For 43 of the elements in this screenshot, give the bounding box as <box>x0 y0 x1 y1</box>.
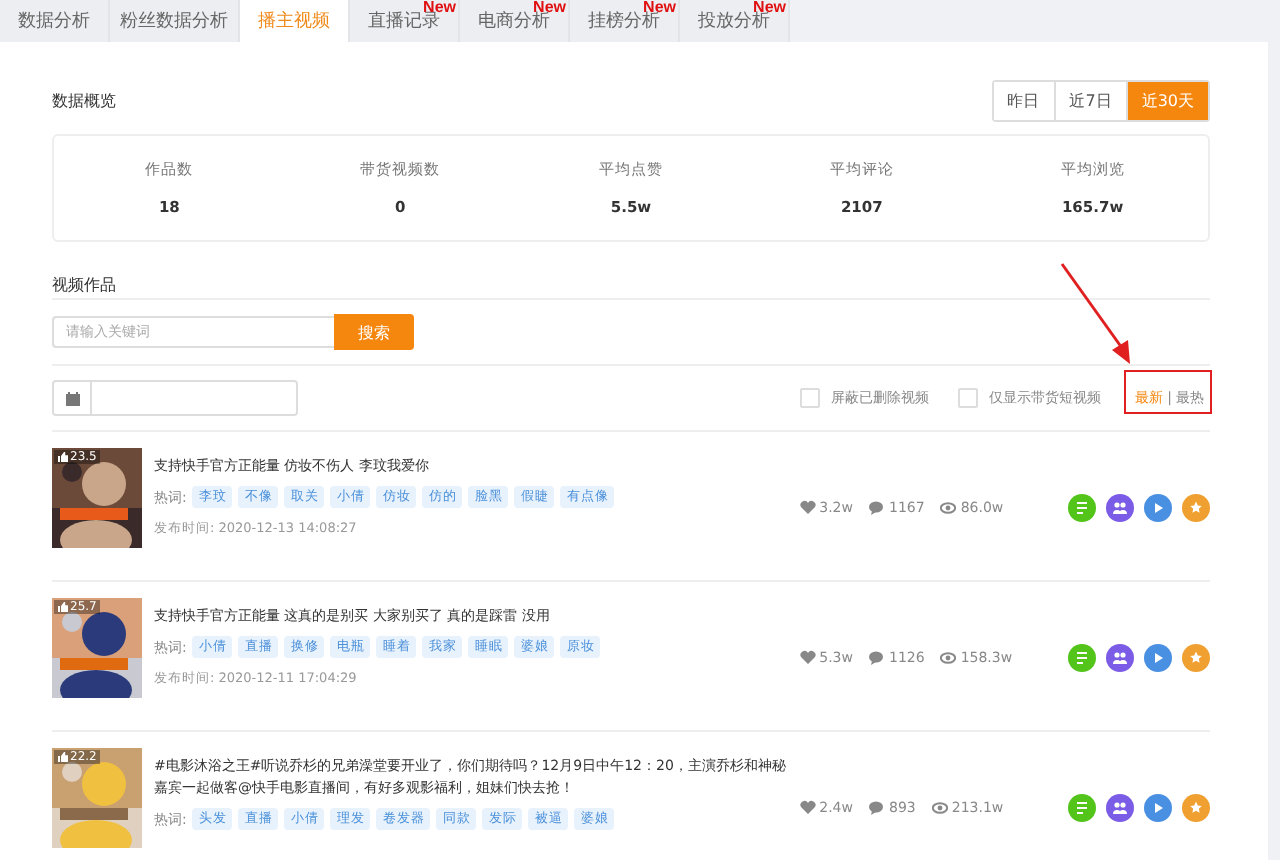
play-icon[interactable] <box>1144 494 1172 522</box>
new-label: New <box>753 0 786 16</box>
section-title: 视频作品 <box>52 273 116 295</box>
play-icon[interactable] <box>1144 644 1172 672</box>
thumbs-up-icon <box>58 752 68 762</box>
tab[interactable]: 粉丝数据分析 <box>110 0 240 42</box>
tab[interactable]: 挂榜分析 New <box>570 0 680 42</box>
range-button[interactable]: 近30天 <box>1127 81 1208 119</box>
tab[interactable]: 播主视频 <box>240 0 350 42</box>
heart-icon <box>799 800 816 816</box>
thumbs-up-icon <box>58 452 68 462</box>
calendar-icon <box>65 391 79 405</box>
new-label: New <box>643 0 676 16</box>
highlight-box <box>1123 370 1212 414</box>
new-label: New <box>423 0 456 16</box>
section-title: 数据概览 <box>52 89 116 111</box>
tab[interactable]: 直播记录 New <box>350 0 460 42</box>
checkbox[interactable] <box>799 388 820 408</box>
details-icon[interactable] <box>1068 494 1096 522</box>
new-label: New <box>533 0 566 16</box>
tab[interactable]: 电商分析 New <box>460 0 570 42</box>
annotation-arrow <box>1060 263 1130 364</box>
users-icon[interactable] <box>1106 644 1134 672</box>
users-icon[interactable] <box>1106 794 1134 822</box>
details-icon[interactable] <box>1068 644 1096 672</box>
heart-icon <box>799 500 816 516</box>
comment-icon <box>868 650 885 666</box>
comment-icon <box>868 800 885 816</box>
search-button[interactable]: 搜索 <box>334 314 414 350</box>
eye-icon <box>940 500 957 516</box>
comment-icon <box>868 500 885 516</box>
heart-icon <box>799 650 816 666</box>
eye-icon <box>940 650 957 666</box>
thumbs-up-icon <box>58 602 68 612</box>
tab[interactable]: 投放分析 New <box>680 0 790 42</box>
eye-icon <box>931 800 948 816</box>
date-field[interactable] <box>52 380 298 416</box>
details-icon[interactable] <box>1068 794 1096 822</box>
users-icon[interactable] <box>1106 494 1134 522</box>
play-icon[interactable] <box>1144 794 1172 822</box>
checkbox[interactable] <box>957 388 978 408</box>
range-button[interactable]: 昨日 <box>993 81 1056 119</box>
tab[interactable]: 数据分析 <box>0 0 110 42</box>
